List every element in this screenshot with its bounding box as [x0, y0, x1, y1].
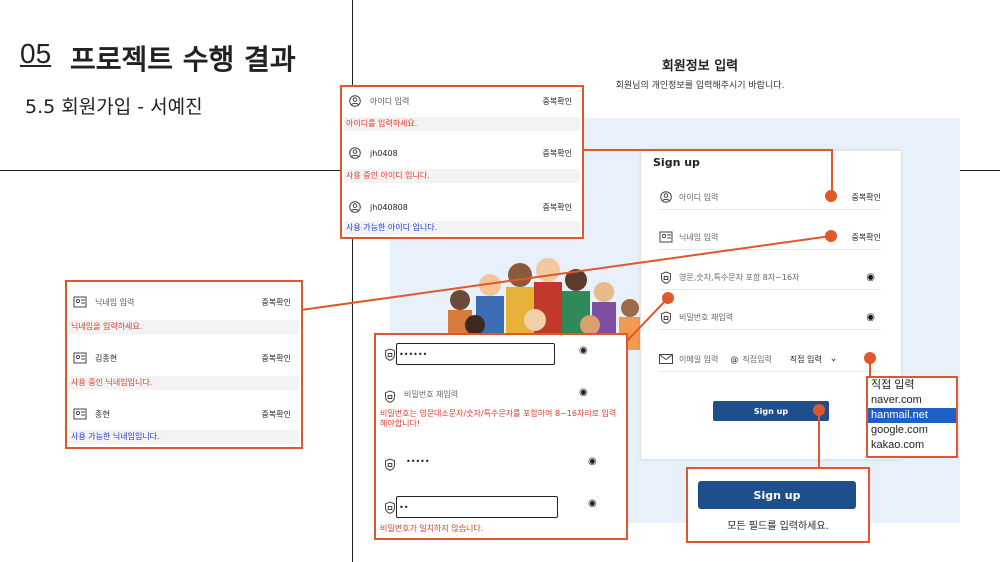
user-icon [348, 146, 362, 160]
lock-icon [384, 456, 396, 475]
nickname-value: 김종현 [95, 353, 118, 363]
check-button[interactable]: 중복확인 [543, 96, 572, 107]
lock-icon [384, 346, 396, 365]
eye-icon[interactable]: ◉ [579, 387, 588, 398]
nickname-value: 종현 [95, 409, 110, 419]
lock-icon [384, 499, 396, 518]
id-card-icon [73, 295, 87, 309]
id-available-message: 사용 가능한 아이디 입니다. [344, 221, 580, 235]
callout-dot [864, 352, 876, 364]
id-card-icon [73, 407, 87, 421]
nickname-available-message: 사용 가능한 닉네임입니다. [69, 430, 299, 444]
nickname-row[interactable]: 종현 중복확인 [69, 402, 299, 426]
id-row[interactable]: jh040808 중복확인 [344, 195, 580, 219]
password-input[interactable]: •••••• [396, 343, 555, 365]
id-row[interactable]: jh0408 중복확인 [344, 141, 580, 165]
check-button[interactable]: 중복확인 [543, 202, 572, 213]
dropdown-option[interactable]: 직접 입력 [868, 378, 956, 393]
check-button[interactable]: 중복확인 [262, 409, 291, 420]
password-confirm-input[interactable]: •• [396, 496, 558, 518]
id-value: 아이디 입력 [370, 96, 410, 106]
submit-note: 모든 필드를 입력하세요. [727, 521, 829, 532]
nickname-row[interactable]: 닉네임 입력 중복확인 [69, 290, 299, 314]
password-rule-message: 비밀번호는 영문대소문자/숫자/특수문자를 포함하여 8~16자리로 입력해야합… [380, 409, 617, 428]
email-domain-dropdown[interactable]: 직접 입력 naver.com hanmail.net google.com k… [866, 376, 958, 458]
id-card-icon [73, 351, 87, 365]
check-button[interactable]: 중복확인 [262, 297, 291, 308]
nickname-taken-message: 사용 중인 닉네임입니다. [69, 376, 299, 390]
password-confirm-placeholder[interactable]: 비밀번호 재입력 [404, 389, 458, 400]
nickname-value: 닉네임 입력 [95, 297, 135, 307]
submit-callout-box: Sign up 모든 필드를 입력하세요. [686, 467, 870, 543]
nickname-error-message: 닉네임을 입력하세요. [69, 320, 299, 334]
id-value: jh040808 [370, 202, 408, 212]
dropdown-option[interactable]: naver.com [868, 393, 956, 408]
password-validation-box: •••••• ◉ 비밀번호 재입력 ◉ 비밀번호는 영문대소문자/숫자/특수문자… [374, 333, 628, 540]
id-error-message: 아이디를 입력하세요. [344, 117, 580, 131]
password-mismatch-message: 비밀번호가 일치하지 않습니다. [380, 524, 484, 533]
id-row[interactable]: 아이디 입력 중복확인 [344, 89, 580, 113]
signup-submit-button[interactable]: Sign up [698, 481, 856, 509]
id-value: jh0408 [370, 148, 398, 158]
callout-dot [813, 404, 825, 416]
callout-dot [825, 230, 837, 242]
eye-icon[interactable]: ◉ [588, 456, 597, 467]
dropdown-option[interactable]: kakao.com [868, 438, 956, 453]
eye-icon[interactable]: ◉ [588, 498, 597, 509]
user-icon [348, 94, 362, 108]
id-validation-box: 아이디 입력 중복확인 아이디를 입력하세요. jh0408 중복확인 사용 중… [340, 85, 584, 239]
check-button[interactable]: 중복확인 [262, 353, 291, 364]
dropdown-option-selected[interactable]: hanmail.net [868, 408, 956, 423]
check-button[interactable]: 중복확인 [543, 148, 572, 159]
dropdown-option[interactable]: google.com [868, 423, 956, 438]
eye-icon[interactable]: ◉ [579, 345, 588, 356]
nickname-row[interactable]: 김종현 중복확인 [69, 346, 299, 370]
lock-icon [384, 388, 396, 407]
callout-dot [662, 292, 674, 304]
nickname-validation-box: 닉네임 입력 중복확인 닉네임을 입력하세요. 김종현 중복확인 사용 중인 닉… [65, 280, 303, 449]
user-icon [348, 200, 362, 214]
id-taken-message: 사용 중인 아이디 입니다. [344, 169, 580, 183]
password-value[interactable]: ••••• [406, 457, 430, 466]
